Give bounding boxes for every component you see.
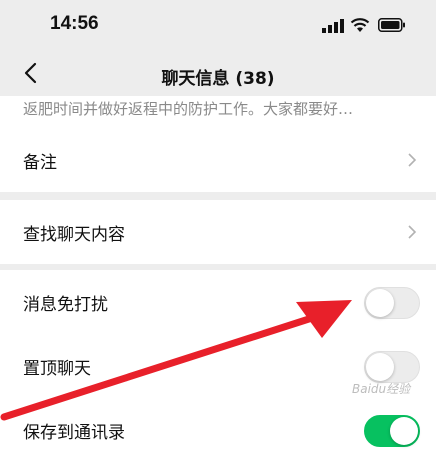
page-title: 聊天信息 (38) [161,69,275,89]
search-chat-row[interactable]: 查找聊天内容 [0,200,436,264]
toggle-knob [366,289,394,317]
remark-row[interactable]: 备注 [0,128,436,192]
nav-bar: 聊天信息 (38) [0,52,436,98]
save-contacts-label: 保存到通讯录 [23,423,125,443]
pin-label: 置顶聊天 [23,359,91,379]
chevron-right-icon [408,153,417,167]
mute-label: 消息免打扰 [23,295,108,315]
search-chat-label: 查找聊天内容 [23,225,125,245]
pin-toggle[interactable] [364,351,420,383]
mute-row: 消息免打扰 [0,270,436,334]
status-time: 14:56 [50,13,99,34]
toggle-knob [390,417,418,445]
mute-toggle[interactable] [364,287,420,319]
chevron-right-icon [408,225,417,239]
battery-icon [378,18,405,32]
save-contacts-toggle[interactable] [364,415,420,447]
save-contacts-row: 保存到通讯录 [0,398,436,462]
status-bar: 14:56 [0,0,436,52]
remark-label: 备注 [23,153,57,173]
toggle-knob [366,353,394,381]
signal-icon [322,19,344,33]
watermark: Baidu经验 [352,382,411,396]
wifi-icon [350,18,370,32]
group-notice-text: 返肥时间并做好返程中的防护工作。大家都要好… [23,100,354,118]
